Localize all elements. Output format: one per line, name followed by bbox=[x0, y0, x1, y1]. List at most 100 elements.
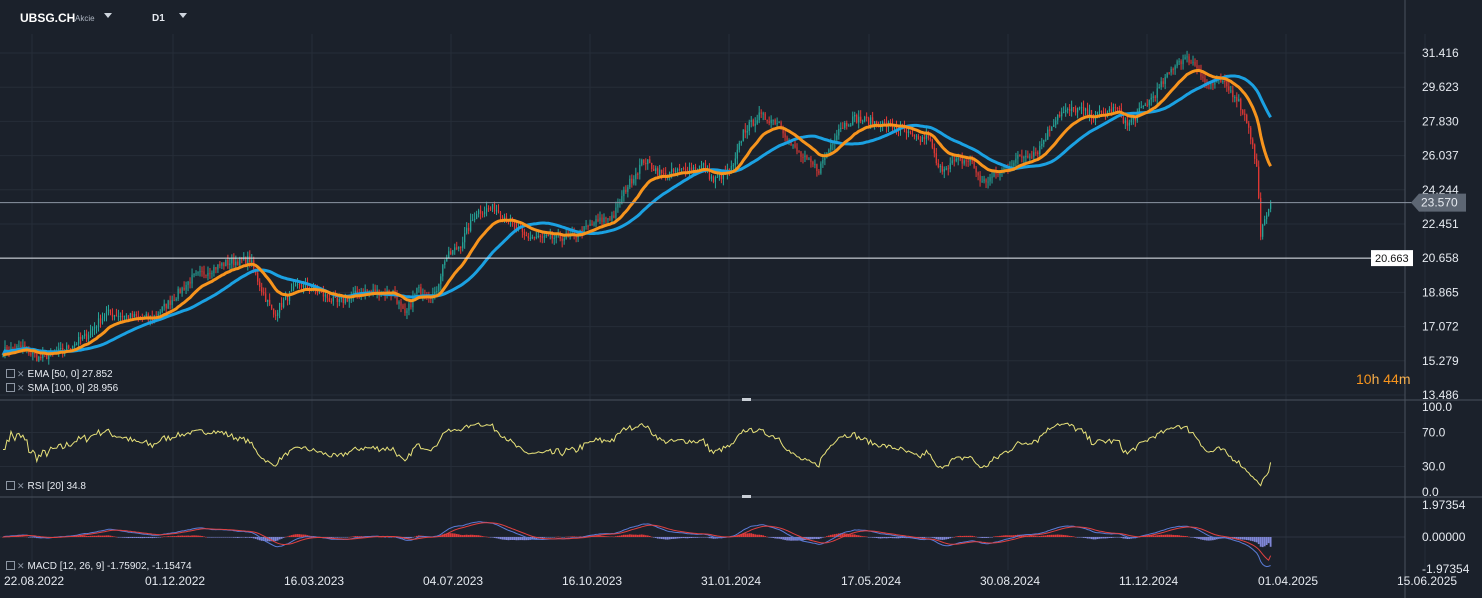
macd-histogram-bar bbox=[628, 534, 631, 537]
symbol-label[interactable]: UBSG.CH bbox=[20, 11, 75, 25]
macd-histogram-bar bbox=[135, 537, 138, 538]
macd-histogram-bar bbox=[955, 536, 958, 537]
time-axis-tick-label: 16.03.2023 bbox=[284, 574, 344, 588]
macd-histogram-bar bbox=[350, 536, 353, 538]
candle-body bbox=[1017, 154, 1019, 159]
candle-body bbox=[772, 119, 774, 121]
candle-body bbox=[635, 173, 637, 180]
macd-histogram-bar bbox=[1011, 535, 1013, 537]
candle-body bbox=[641, 159, 643, 165]
macd-histogram-bar bbox=[1184, 535, 1186, 537]
macd-histogram-bar bbox=[762, 535, 765, 537]
macd-histogram-bar bbox=[141, 537, 144, 539]
macd-histogram-bar bbox=[31, 537, 34, 538]
settings-icon[interactable] bbox=[6, 383, 15, 392]
macd-histogram-bar bbox=[487, 536, 490, 538]
candle-body bbox=[89, 330, 92, 336]
candle-body bbox=[653, 169, 655, 172]
macd-legend[interactable]: ✕ MACD [12, 26, 9] -1.75902, -1.15474 bbox=[6, 561, 192, 572]
macd-histogram-bar bbox=[1257, 537, 1260, 545]
candle-body bbox=[481, 213, 484, 215]
candle-body bbox=[330, 301, 332, 303]
candle-body bbox=[694, 167, 697, 170]
macd-histogram-bar bbox=[601, 536, 603, 537]
macd-histogram-bar bbox=[1108, 537, 1111, 538]
candle-body bbox=[671, 169, 673, 172]
macd-histogram-bar bbox=[603, 536, 605, 537]
ema-legend[interactable]: ✕ EMA [50, 0] 27.852 bbox=[6, 369, 113, 380]
settings-icon[interactable] bbox=[6, 561, 15, 570]
candle-body bbox=[1047, 129, 1049, 140]
candle-body bbox=[1061, 112, 1063, 117]
candle-body bbox=[931, 139, 933, 148]
candle-body bbox=[623, 189, 625, 197]
macd-histogram-bar bbox=[23, 536, 26, 538]
macd-histogram-bar bbox=[867, 537, 870, 538]
chart-canvas[interactable]: 31.41629.62327.83026.03724.24422.45120.6… bbox=[0, 0, 1482, 598]
macd-histogram-bar bbox=[969, 535, 972, 537]
macd-histogram-bar bbox=[217, 537, 219, 538]
macd-histogram-bar bbox=[1267, 537, 1270, 544]
candle-body bbox=[736, 149, 738, 159]
timeframe-selector[interactable]: D1 bbox=[152, 13, 165, 24]
symbol-dropdown-icon[interactable] bbox=[104, 13, 112, 18]
macd-histogram-bar bbox=[352, 536, 355, 537]
macd-histogram-bar bbox=[995, 536, 997, 537]
macd-histogram-bar bbox=[983, 537, 985, 538]
candle-body bbox=[1146, 104, 1148, 106]
candle-body bbox=[1226, 81, 1228, 87]
candle-body bbox=[440, 276, 442, 285]
macd-histogram-bar bbox=[825, 536, 828, 537]
candle-body bbox=[398, 301, 400, 304]
candle-body bbox=[1077, 107, 1079, 113]
candle-body bbox=[117, 316, 120, 318]
macd-histogram-bar bbox=[221, 537, 223, 538]
candle-body bbox=[539, 235, 541, 237]
macd-histogram-bar bbox=[201, 536, 203, 537]
candle-body bbox=[915, 135, 918, 137]
macd-histogram-bar bbox=[1186, 536, 1188, 537]
candle-body bbox=[770, 119, 772, 124]
candle-body bbox=[209, 272, 211, 274]
macd-histogram-bar bbox=[340, 537, 343, 538]
candle-body bbox=[334, 296, 336, 298]
macd-histogram-bar bbox=[230, 537, 233, 538]
settings-icon[interactable] bbox=[6, 369, 15, 378]
candle-body bbox=[171, 300, 173, 305]
candle-body bbox=[690, 167, 693, 171]
candle-body bbox=[820, 163, 822, 174]
candle-body bbox=[1176, 61, 1178, 67]
close-icon[interactable]: ✕ bbox=[17, 383, 25, 393]
candle-body bbox=[1164, 77, 1166, 84]
candle-body bbox=[1158, 87, 1160, 89]
close-icon[interactable]: ✕ bbox=[17, 369, 25, 379]
settings-icon[interactable] bbox=[6, 481, 15, 490]
candle-body bbox=[129, 313, 131, 319]
candle-body bbox=[491, 203, 494, 209]
macd-histogram-bar bbox=[242, 537, 245, 538]
candle-body bbox=[659, 169, 661, 175]
macd-histogram-bar bbox=[236, 537, 239, 538]
candle-body bbox=[840, 127, 842, 129]
macd-histogram-bar bbox=[234, 537, 237, 538]
macd-histogram-bar bbox=[238, 537, 241, 538]
close-icon[interactable]: ✕ bbox=[17, 561, 25, 571]
macd-histogram-bar bbox=[553, 537, 556, 538]
candle-body bbox=[322, 292, 324, 297]
macd-histogram-bar bbox=[475, 535, 478, 537]
rsi-legend[interactable]: ✕ RSI [20] 34.8 bbox=[6, 481, 86, 492]
macd-histogram-bar bbox=[1080, 537, 1083, 538]
macd-histogram-bar bbox=[780, 537, 782, 540]
candle-body bbox=[593, 223, 595, 225]
timeframe-dropdown-icon[interactable] bbox=[179, 13, 187, 18]
candle-body bbox=[1168, 72, 1170, 74]
sma-legend[interactable]: ✕ SMA [100, 0] 28.956 bbox=[6, 383, 118, 394]
macd-histogram-bar bbox=[937, 537, 940, 540]
macd-histogram-bar bbox=[694, 537, 697, 538]
macd-histogram-bar bbox=[414, 536, 416, 538]
candle-body bbox=[328, 298, 330, 302]
candle-body bbox=[354, 290, 356, 294]
candle-body bbox=[101, 318, 104, 324]
candle-body bbox=[195, 273, 197, 275]
close-icon[interactable]: ✕ bbox=[17, 481, 25, 491]
